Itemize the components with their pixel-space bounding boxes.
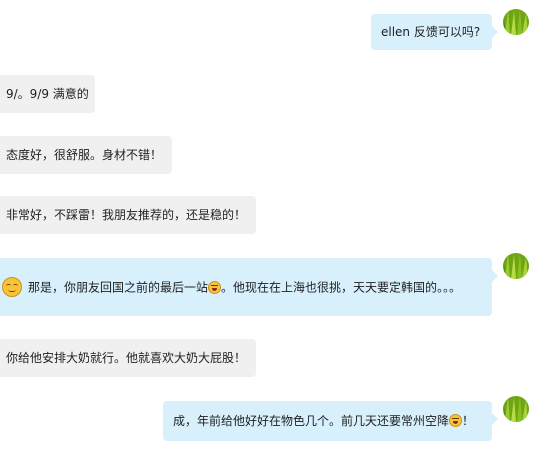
outgoing-message-bubble[interactable]: ellen 反馈可以吗?	[371, 14, 498, 50]
outgoing-message-bubble[interactable]: 成，年前给他好好在物色几个。前几天还要常州空降 ！	[163, 401, 498, 441]
tears-of-joy-face-icon	[449, 414, 463, 427]
relieved-face-icon	[2, 277, 22, 297]
tears-of-joy-face-icon	[208, 280, 222, 294]
avatar[interactable]	[503, 253, 529, 279]
message-text: 成，年前给他好好在物色几个。前几天还要常州空降	[173, 414, 450, 428]
incoming-message-bubble[interactable]: 9/。9/9 满意的	[0, 75, 95, 113]
avatar[interactable]	[503, 396, 529, 422]
grass-avatar-icon	[503, 253, 529, 279]
incoming-message-bubble[interactable]: 你给他安排大奶就行。他就喜欢大奶大屁股！	[0, 339, 256, 377]
message-text: ！	[462, 414, 475, 428]
incoming-message-bubble[interactable]: 非常好，不踩雷！我朋友推荐的，还是稳的！	[0, 196, 256, 234]
message-text: 那是，你朋友回国之前的最后一站	[28, 280, 209, 295]
message-text: 你给他安排大奶就行。他就喜欢大奶大屁股！	[6, 351, 247, 365]
chat-message-list[interactable]: ellen 反馈可以吗? 9/。9/9 满意的 态度好，很舒服。身材不错！ 非常…	[0, 0, 537, 466]
grass-avatar-icon	[503, 9, 529, 35]
message-text: 态度好，很舒服。身材不错！	[6, 148, 163, 162]
outgoing-message-bubble[interactable]: 那是，你朋友回国之前的最后一站 。他现在在上海也很挑，天天要定韩国的。。。	[0, 258, 498, 316]
message-text: 9/。9/9 满意的	[6, 87, 89, 101]
grass-avatar-icon	[503, 396, 529, 422]
incoming-message-bubble[interactable]: 态度好，很舒服。身材不错！	[0, 136, 172, 174]
avatar[interactable]	[503, 9, 529, 35]
message-text: ellen 反馈可以吗?	[381, 25, 481, 39]
message-text: 。他现在在上海也很挑，天天要定韩国的。。。	[221, 280, 462, 295]
message-text: 非常好，不踩雷！我朋友推荐的，还是稳的！	[6, 208, 247, 222]
